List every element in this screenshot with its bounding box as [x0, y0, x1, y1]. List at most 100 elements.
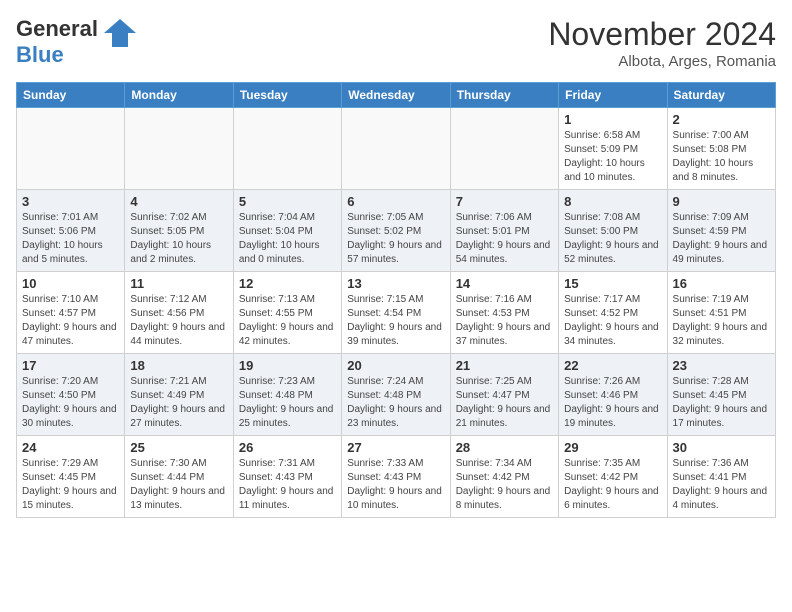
day-info: Sunrise: 7:08 AM Sunset: 5:00 PM Dayligh…: [564, 211, 661, 267]
calendar-cell: 8 Sunrise: 7:08 AM Sunset: 5:00 PM Daylig…: [559, 190, 667, 272]
day-info: Sunrise: 7:24 AM Sunset: 4:48 PM Dayligh…: [347, 375, 444, 431]
day-header-sunday: Sunday: [17, 83, 125, 108]
day-info: Sunrise: 7:13 AM Sunset: 4:55 PM Dayligh…: [239, 293, 336, 349]
day-number: 1: [564, 112, 661, 127]
day-number: 29: [564, 440, 661, 455]
calendar-week-5: 24 Sunrise: 7:29 AM Sunset: 4:45 PM Dayli…: [17, 436, 776, 518]
day-info: Sunrise: 7:04 AM Sunset: 5:04 PM Dayligh…: [239, 211, 336, 267]
logo: General Blue: [16, 16, 138, 68]
day-number: 22: [564, 358, 661, 373]
calendar-cell: 18 Sunrise: 7:21 AM Sunset: 4:49 PM Dayli…: [125, 354, 233, 436]
day-header-wednesday: Wednesday: [342, 83, 450, 108]
day-info: Sunrise: 7:09 AM Sunset: 4:59 PM Dayligh…: [673, 211, 770, 267]
calendar-cell: 22 Sunrise: 7:26 AM Sunset: 4:46 PM Dayli…: [559, 354, 667, 436]
day-number: 21: [456, 358, 553, 373]
day-number: 27: [347, 440, 444, 455]
page-header: General Blue November 2024 Albota, Arges…: [16, 16, 776, 70]
calendar-cell: 15 Sunrise: 7:17 AM Sunset: 4:52 PM Dayli…: [559, 272, 667, 354]
day-info: Sunrise: 7:34 AM Sunset: 4:42 PM Dayligh…: [456, 457, 553, 513]
day-info: Sunrise: 7:17 AM Sunset: 4:52 PM Dayligh…: [564, 293, 661, 349]
day-info: Sunrise: 7:20 AM Sunset: 4:50 PM Dayligh…: [22, 375, 119, 431]
day-number: 30: [673, 440, 770, 455]
calendar-cell: 7 Sunrise: 7:06 AM Sunset: 5:01 PM Daylig…: [450, 190, 558, 272]
calendar-cell: 19 Sunrise: 7:23 AM Sunset: 4:48 PM Dayli…: [233, 354, 341, 436]
day-info: Sunrise: 7:26 AM Sunset: 4:46 PM Dayligh…: [564, 375, 661, 431]
day-number: 28: [456, 440, 553, 455]
logo-blue: Blue: [16, 42, 64, 67]
day-info: Sunrise: 6:58 AM Sunset: 5:09 PM Dayligh…: [564, 129, 661, 185]
day-number: 6: [347, 194, 444, 209]
day-number: 13: [347, 276, 444, 291]
month-title: November 2024: [548, 16, 776, 53]
day-number: 26: [239, 440, 336, 455]
calendar-cell: 23 Sunrise: 7:28 AM Sunset: 4:45 PM Dayli…: [667, 354, 775, 436]
calendar-cell: 2Sunrise: 7:00 AM Sunset: 5:08 PM Daylig…: [667, 108, 775, 190]
calendar-cell: [125, 108, 233, 190]
day-number: 25: [130, 440, 227, 455]
day-info: Sunrise: 7:33 AM Sunset: 4:43 PM Dayligh…: [347, 457, 444, 513]
day-info: Sunrise: 7:19 AM Sunset: 4:51 PM Dayligh…: [673, 293, 770, 349]
day-number: 19: [239, 358, 336, 373]
day-number: 23: [673, 358, 770, 373]
calendar-cell: [17, 108, 125, 190]
day-info: Sunrise: 7:21 AM Sunset: 4:49 PM Dayligh…: [130, 375, 227, 431]
calendar-cell: 26 Sunrise: 7:31 AM Sunset: 4:43 PM Dayli…: [233, 436, 341, 518]
calendar-header-row: SundayMondayTuesdayWednesdayThursdayFrid…: [17, 83, 776, 108]
location: Albota, Arges, Romania: [548, 53, 776, 70]
title-block: November 2024 Albota, Arges, Romania: [548, 16, 776, 70]
day-number: 8: [564, 194, 661, 209]
calendar-cell: 24 Sunrise: 7:29 AM Sunset: 4:45 PM Dayli…: [17, 436, 125, 518]
calendar-cell: 16 Sunrise: 7:19 AM Sunset: 4:51 PM Dayli…: [667, 272, 775, 354]
logo-icon: [102, 15, 138, 51]
calendar-cell: 25 Sunrise: 7:30 AM Sunset: 4:44 PM Dayli…: [125, 436, 233, 518]
calendar-cell: [233, 108, 341, 190]
day-info: Sunrise: 7:10 AM Sunset: 4:57 PM Dayligh…: [22, 293, 119, 349]
day-info: Sunrise: 7:30 AM Sunset: 4:44 PM Dayligh…: [130, 457, 227, 513]
calendar-cell: 14 Sunrise: 7:16 AM Sunset: 4:53 PM Dayli…: [450, 272, 558, 354]
day-info: Sunrise: 7:00 AM Sunset: 5:08 PM Dayligh…: [673, 129, 770, 185]
calendar-cell: 12 Sunrise: 7:13 AM Sunset: 4:55 PM Dayli…: [233, 272, 341, 354]
day-number: 3: [22, 194, 119, 209]
calendar-cell: [342, 108, 450, 190]
calendar-cell: 9 Sunrise: 7:09 AM Sunset: 4:59 PM Daylig…: [667, 190, 775, 272]
day-number: 9: [673, 194, 770, 209]
day-info: Sunrise: 7:25 AM Sunset: 4:47 PM Dayligh…: [456, 375, 553, 431]
day-number: 18: [130, 358, 227, 373]
calendar-cell: 30 Sunrise: 7:36 AM Sunset: 4:41 PM Dayli…: [667, 436, 775, 518]
day-info: Sunrise: 7:28 AM Sunset: 4:45 PM Dayligh…: [673, 375, 770, 431]
calendar-week-4: 17 Sunrise: 7:20 AM Sunset: 4:50 PM Dayli…: [17, 354, 776, 436]
day-number: 17: [22, 358, 119, 373]
day-info: Sunrise: 7:23 AM Sunset: 4:48 PM Dayligh…: [239, 375, 336, 431]
day-number: 20: [347, 358, 444, 373]
day-info: Sunrise: 7:06 AM Sunset: 5:01 PM Dayligh…: [456, 211, 553, 267]
day-info: Sunrise: 7:16 AM Sunset: 4:53 PM Dayligh…: [456, 293, 553, 349]
day-number: 15: [564, 276, 661, 291]
calendar-cell: 1 Sunrise: 6:58 AM Sunset: 5:09 PM Daylig…: [559, 108, 667, 190]
day-number: 16: [673, 276, 770, 291]
day-number: 12: [239, 276, 336, 291]
calendar-week-3: 10Sunrise: 7:10 AM Sunset: 4:57 PM Dayli…: [17, 272, 776, 354]
day-info: Sunrise: 7:15 AM Sunset: 4:54 PM Dayligh…: [347, 293, 444, 349]
day-info: Sunrise: 7:29 AM Sunset: 4:45 PM Dayligh…: [22, 457, 119, 513]
calendar-week-1: 1 Sunrise: 6:58 AM Sunset: 5:09 PM Daylig…: [17, 108, 776, 190]
day-info: Sunrise: 7:12 AM Sunset: 4:56 PM Dayligh…: [130, 293, 227, 349]
calendar-cell: 29 Sunrise: 7:35 AM Sunset: 4:42 PM Dayli…: [559, 436, 667, 518]
day-info: Sunrise: 7:36 AM Sunset: 4:41 PM Dayligh…: [673, 457, 770, 513]
day-info: Sunrise: 7:31 AM Sunset: 4:43 PM Dayligh…: [239, 457, 336, 513]
calendar-cell: 27 Sunrise: 7:33 AM Sunset: 4:43 PM Dayli…: [342, 436, 450, 518]
day-header-friday: Friday: [559, 83, 667, 108]
day-info: Sunrise: 7:35 AM Sunset: 4:42 PM Dayligh…: [564, 457, 661, 513]
day-number: 11: [130, 276, 227, 291]
calendar-cell: 21 Sunrise: 7:25 AM Sunset: 4:47 PM Dayli…: [450, 354, 558, 436]
calendar-cell: 11 Sunrise: 7:12 AM Sunset: 4:56 PM Dayli…: [125, 272, 233, 354]
day-header-thursday: Thursday: [450, 83, 558, 108]
calendar-week-2: 3Sunrise: 7:01 AM Sunset: 5:06 PM Daylig…: [17, 190, 776, 272]
day-number: 24: [22, 440, 119, 455]
day-number: 7: [456, 194, 553, 209]
day-header-tuesday: Tuesday: [233, 83, 341, 108]
calendar-cell: 3Sunrise: 7:01 AM Sunset: 5:06 PM Daylig…: [17, 190, 125, 272]
day-number: 5: [239, 194, 336, 209]
day-number: 14: [456, 276, 553, 291]
day-header-monday: Monday: [125, 83, 233, 108]
calendar-cell: 6Sunrise: 7:05 AM Sunset: 5:02 PM Daylig…: [342, 190, 450, 272]
